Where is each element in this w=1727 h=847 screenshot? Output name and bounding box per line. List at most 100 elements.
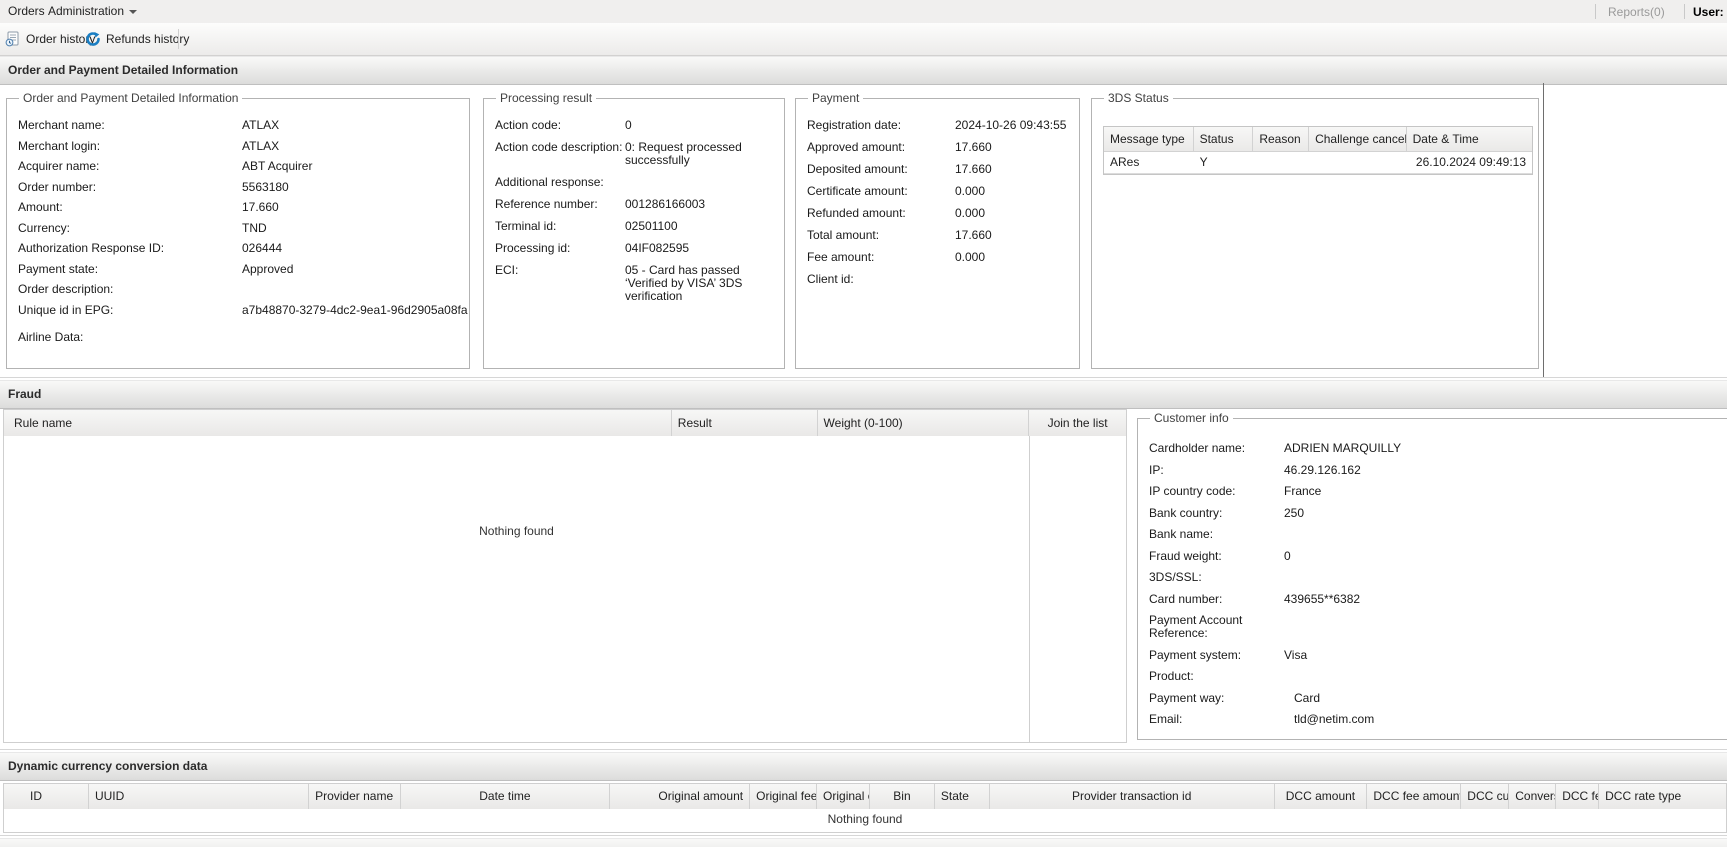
order-info-legend: Order and Payment Detailed Information (23, 91, 239, 105)
three-ds-fieldset: 3DS Status Message type Status Reason Ch… (1091, 91, 1539, 369)
field-row: Terminal id: 02501100 (495, 219, 678, 233)
field-row: Email: tld@netim.com (1149, 712, 1375, 726)
cell-reason (1253, 152, 1309, 173)
field-row: Bank name: (1149, 527, 1214, 541)
processing-result-fieldset: Processing result Action code: 0 Action c… (483, 91, 785, 369)
field-row: IP country code: France (1149, 484, 1322, 498)
column-header-dcc-amount[interactable]: DCC amount (1275, 784, 1368, 809)
field-row: Action code: 0 (495, 118, 632, 132)
field-row: 3DS/SSL: (1149, 570, 1202, 584)
field-row: Fee amount: 0.000 (807, 250, 986, 264)
field-row: Acquirer name: ABT Acquirer (18, 159, 313, 173)
field-row: Deposited amount: 17.660 (807, 162, 992, 176)
field-row: Payment way: Card (1149, 690, 1321, 705)
divider (0, 835, 1727, 836)
column-header-message-type[interactable]: Message type (1104, 127, 1194, 151)
field-row: Refunded amount: 0.000 (807, 206, 986, 220)
field-row: Total amount: 17.660 (807, 228, 992, 242)
field-row: Bank country: 250 (1149, 505, 1305, 520)
toolbar-separator (178, 29, 179, 49)
fraud-table-body: Nothing found (3, 436, 1030, 743)
fraud-table-header: Rule name Result Weight (0-100) Join the… (3, 409, 1127, 437)
fraud-section-title: Fraud (8, 387, 42, 401)
column-header-uuid[interactable]: UUID (89, 784, 309, 809)
fraud-section-bar: Fraud (0, 380, 1727, 409)
column-header-bin[interactable]: Bin (870, 784, 935, 809)
order-history-button[interactable]: Order history (5, 29, 95, 49)
field-row: Order number: 5563180 (18, 179, 289, 194)
caret-down-icon (129, 9, 138, 14)
field-row: Fraud weight: 0 (1149, 548, 1291, 563)
column-header-weight[interactable]: Weight (0-100) (818, 410, 1030, 436)
dcc-empty-text: Nothing found (827, 812, 903, 826)
field-row: Unique id in EPG: a7b48870-3279-4dc2-9ea1… (18, 302, 468, 317)
dcc-table-body: Nothing found (3, 809, 1727, 833)
field-row: Product: (1149, 669, 1194, 683)
field-row: Amount: 17.660 (18, 200, 279, 214)
field-row: Processing id: 04IF082595 (495, 241, 690, 255)
content-panel-right-border (1543, 83, 1544, 378)
column-header-reason[interactable]: Reason (1253, 127, 1310, 151)
divider (0, 377, 1727, 378)
refresh-arrow-icon (85, 31, 101, 47)
field-row: ECI: 05 - Card has passed ‘Verified by VI… (495, 263, 743, 303)
column-header-state[interactable]: State (935, 784, 990, 809)
cell-message-type: ARes (1110, 155, 1140, 169)
menu-administration[interactable]: Administration (48, 5, 138, 19)
dcc-table-header: ID UUID Provider name Date time Original… (3, 783, 1727, 810)
dcc-section-bar: Dynamic currency conversion data (0, 752, 1727, 781)
field-row: Certificate amount: 0.000 (807, 184, 986, 198)
menubar-separator (1595, 4, 1596, 19)
field-row: IP: 46.29.126.162 (1149, 462, 1361, 477)
payment-legend: Payment (812, 91, 860, 105)
column-header-id[interactable]: ID (4, 784, 89, 809)
field-row: Order description: (18, 282, 114, 296)
menu-orders[interactable]: Orders (8, 5, 45, 19)
field-row: Payment Account Reference: (1149, 613, 1243, 640)
refunds-history-label: Refunds history (106, 32, 190, 46)
column-header-dcc-rate-type[interactable]: DCC rate type (1599, 784, 1726, 809)
column-header-conversion-rate[interactable]: Conversion rate (1509, 784, 1557, 809)
field-row: Cardholder name: ADRIEN MARQUILLY (1149, 441, 1402, 455)
column-header-date-time[interactable]: Date time (401, 784, 611, 809)
column-header-original-currency[interactable]: Original currency (817, 784, 870, 809)
menu-bar: Orders Administration Reports(0) User: a (0, 0, 1727, 23)
column-header-dcc-fee[interactable]: DCC fee (1556, 784, 1600, 809)
divider (0, 749, 1727, 750)
field-row: Merchant name: ATLAX (18, 118, 280, 132)
column-header-rule-name[interactable]: Rule name (4, 410, 672, 436)
field-row: Authorization Response ID: 026444 (18, 241, 283, 255)
supplemental-section-bar: Supplemental information (0, 838, 1727, 847)
three-ds-legend: 3DS Status (1108, 91, 1169, 105)
column-header-join-the-list[interactable]: Join the list (1029, 410, 1126, 436)
field-row: Approved amount: 17.660 (807, 140, 992, 154)
field-row: Currency: TND (18, 220, 267, 235)
payment-fieldset: Payment Registration date: 2024-10-26 09:… (795, 91, 1080, 369)
column-header-original-fee[interactable]: Original fee (750, 784, 818, 809)
processing-result-legend: Processing result (500, 91, 593, 105)
fraud-join-column-body (1030, 436, 1127, 743)
column-header-challenge-cancel[interactable]: Challenge cancel (1309, 127, 1407, 151)
fraud-empty-text: Nothing found (479, 524, 554, 538)
toolbar: Order history Refunds history (0, 23, 1727, 56)
column-header-original-amount[interactable]: Original amount (610, 784, 751, 809)
column-header-provider-transaction-id[interactable]: Provider transaction id (990, 784, 1275, 809)
dcc-section-title: Dynamic currency conversion data (8, 759, 208, 773)
column-header-status[interactable]: Status (1194, 127, 1254, 151)
order-history-icon (5, 31, 21, 47)
column-header-dcc-currency[interactable]: DCC currency (1461, 784, 1510, 809)
three-ds-row[interactable]: ARes Y 26.10.2024 09:49:13 (1104, 152, 1532, 174)
column-header-dcc-fee-amount[interactable]: DCC fee amount (1367, 784, 1462, 809)
field-row: Card number: 439655**6382 (1149, 591, 1361, 606)
field-row: Client id: (807, 272, 854, 286)
field-row: Payment state: Approved (18, 261, 294, 276)
column-header-result[interactable]: Result (672, 410, 818, 436)
page-header-bar: Order and Payment Detailed Information (0, 56, 1727, 85)
refunds-history-button[interactable]: Refunds history (85, 29, 189, 49)
field-row: Merchant login: ATLAX (18, 138, 280, 153)
field-row: Reference number: 001286166003 (495, 197, 706, 211)
column-header-date-time[interactable]: Date & Time (1407, 127, 1532, 151)
column-header-provider-name[interactable]: Provider name (309, 784, 401, 809)
reports-link[interactable]: Reports(0) (1608, 5, 1665, 19)
field-row: Airline Data: (18, 329, 84, 344)
